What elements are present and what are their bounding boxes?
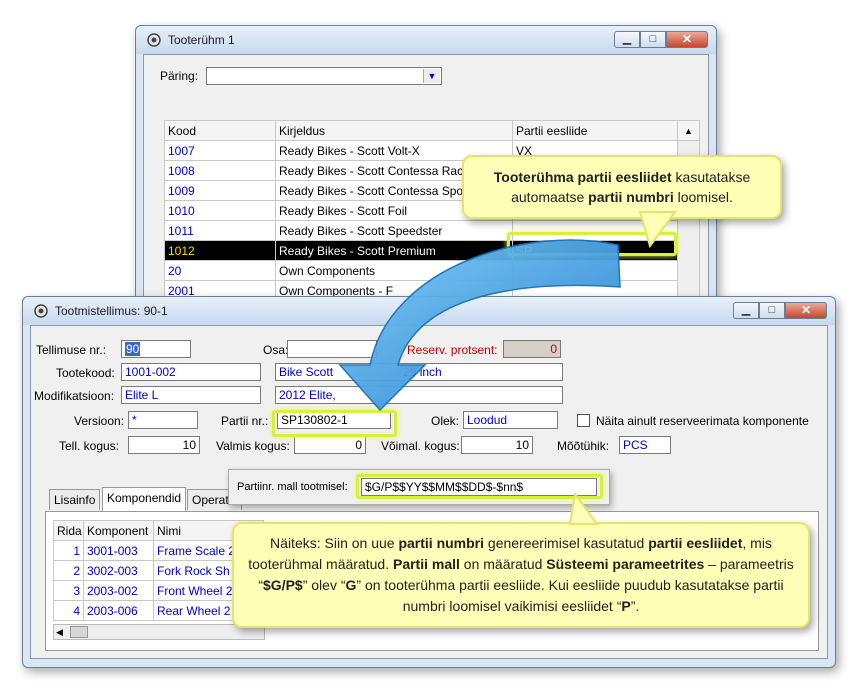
row-code: 1009 [164, 180, 276, 201]
version-field[interactable]: * [128, 411, 198, 429]
col-header-row[interactable]: Rida [53, 520, 84, 541]
callout-bold: partii numbri [588, 189, 674, 205]
finished-qty-label: Valmis kogus: [216, 439, 290, 453]
row-code: 1010 [164, 200, 276, 221]
callout-bold: P [621, 598, 631, 614]
minimize-button[interactable]: ▁ [614, 31, 640, 48]
batch-label: Partii nr.: [221, 414, 269, 428]
row-code: 1011 [164, 220, 276, 241]
row-component: 3002-003 [83, 560, 154, 581]
order-no-value: 90 [125, 342, 141, 356]
callout-text: ”. [630, 598, 640, 614]
version-label: Versioon: [74, 414, 125, 428]
callout-bold: partii eesliidet [648, 535, 743, 551]
close-icon: ✕ [800, 303, 812, 317]
row-code: 20 [164, 260, 276, 281]
item-field[interactable]: 1001-002 [121, 363, 261, 381]
possible-qty-label: Võimal. kogus: [381, 439, 460, 453]
scroll-up-icon[interactable]: ▲ [677, 120, 700, 141]
query-combo[interactable]: ▼ [206, 67, 442, 85]
minimize-button[interactable]: ▁ [733, 302, 759, 319]
item-label: Tootekood: [56, 366, 115, 380]
ordered-qty-field[interactable]: 10 [128, 436, 200, 454]
ordered-qty-label: Tell. kogus: [59, 439, 120, 453]
product-group-titlebar[interactable]: Tooterühm 1 ▁ □ ✕ [136, 26, 716, 54]
variant-label: Modifikatsioon: [34, 389, 115, 403]
window-title: Tooterühm 1 [168, 33, 235, 47]
finished-qty-field[interactable]: 0 [294, 436, 366, 454]
callout-bold: G [345, 577, 357, 593]
callout-bold: Tooterühma partii eesliidet [493, 169, 672, 185]
row-number: 3 [53, 580, 84, 601]
order-no-label: Tellimuse nr.: [36, 343, 107, 357]
col-header-component[interactable]: Komponent [83, 520, 154, 541]
horizontal-scrollbar[interactable]: ◀ [53, 624, 265, 640]
col-header-desc[interactable]: Kirjeldus [275, 120, 513, 141]
part-label: Osa: [263, 343, 289, 357]
scroll-thumb[interactable] [70, 626, 88, 638]
col-header-code[interactable]: Kood [164, 120, 276, 141]
minimize-icon: ▁ [622, 33, 632, 45]
close-icon: ✕ [681, 32, 693, 46]
arrow-icon [338, 239, 621, 412]
callout-text: Näiteks: Siin on uue [270, 535, 399, 551]
callout-text: on määratud [459, 556, 547, 572]
unit-label: Mõõtühik: [557, 439, 610, 453]
possible-qty-field[interactable]: 10 [461, 436, 533, 454]
batch-mask-label: Partiinr. mall tootmisel: [237, 481, 348, 493]
callout-text: genereerimisel kasutatud [484, 535, 649, 551]
row-component: 2003-002 [83, 580, 154, 601]
row-number: 4 [53, 600, 84, 621]
window-title: Tootmistellimus: 90-1 [55, 304, 168, 318]
row-component: 2003-006 [83, 600, 154, 621]
app-icon [34, 304, 48, 318]
row-code: 1008 [164, 160, 276, 181]
app-icon [147, 33, 161, 47]
scroll-left-icon[interactable]: ◀ [56, 625, 63, 639]
callout-text: ” on tooterühma partii eesliide. Kui ees… [356, 577, 784, 614]
callout-bold: partii numbri [398, 535, 485, 551]
unit-field[interactable]: PCS [619, 436, 671, 454]
close-button[interactable]: ✕ [666, 31, 708, 48]
maximize-button[interactable]: □ [759, 302, 785, 319]
callout-bold: Süsteemi parameetrites [546, 556, 705, 572]
row-number: 1 [53, 540, 84, 561]
tab-components[interactable]: Komponendid [102, 487, 187, 511]
tab-extra-info[interactable]: Lisainfo [49, 489, 101, 510]
query-label: Päring: [160, 69, 199, 83]
callout-text: loomisel. [673, 189, 733, 205]
callout-pointer [568, 492, 599, 525]
chevron-down-icon[interactable]: ▼ [423, 69, 440, 83]
row-component: 3001-003 [83, 540, 154, 561]
callout-text: ” olev “ [302, 577, 346, 593]
maximize-icon: □ [768, 304, 776, 316]
row-number: 2 [53, 560, 84, 581]
callout-bold: $G/P$ [263, 577, 303, 593]
minimize-icon: ▁ [741, 304, 751, 316]
maximize-icon: □ [649, 33, 657, 45]
col-header-prefix[interactable]: Partii eesliide [512, 120, 678, 141]
callout-example-info: Näiteks: Siin on uue partii numbri gener… [232, 522, 810, 628]
order-no-field[interactable]: 90 [121, 340, 191, 358]
row-code: 1007 [164, 140, 276, 161]
close-button[interactable]: ✕ [785, 302, 827, 319]
variant-field[interactable]: Elite L [121, 386, 261, 404]
callout-bold: Partii mall [392, 556, 460, 572]
row-code: 1012 [164, 240, 276, 261]
maximize-button[interactable]: □ [640, 31, 666, 48]
